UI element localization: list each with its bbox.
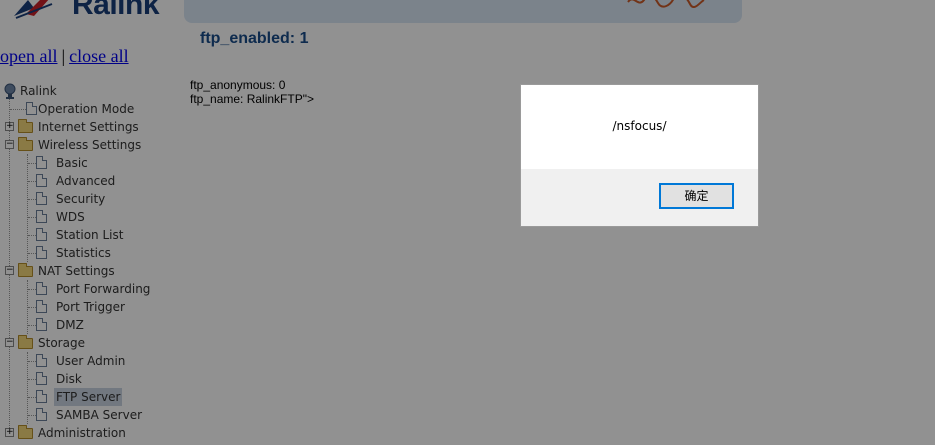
alert-dialog-body: /nsfocus/ [521, 85, 758, 169]
modal-overlay [0, 0, 935, 445]
ok-button[interactable]: 确定 [659, 183, 734, 209]
alert-dialog: /nsfocus/ 确定 [520, 84, 759, 227]
page: Ralink open all | close all Ralink Opera… [0, 0, 935, 445]
alert-message: /nsfocus/ [612, 119, 667, 133]
